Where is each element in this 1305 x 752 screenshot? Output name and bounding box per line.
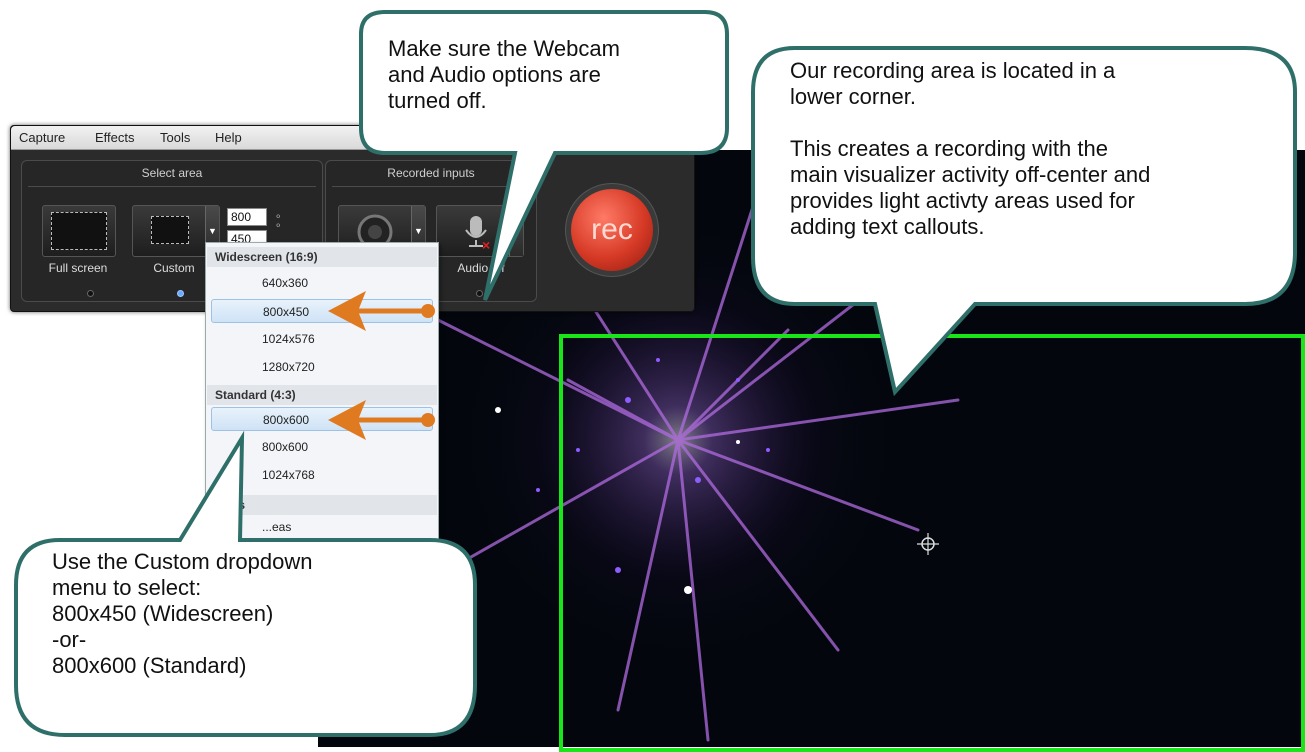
callout-top-text: Make sure the Webcam and Audio options a… [388, 36, 620, 113]
callout-right-text: Our recording area is located in a lower… [790, 58, 1151, 239]
slider-stop-active[interactable] [177, 290, 184, 297]
divider [28, 186, 316, 187]
width-input[interactable]: 800 [227, 208, 267, 226]
select-area-title: Select area [141, 166, 203, 180]
custom-label: Custom [153, 261, 195, 275]
menu-help[interactable]: Help [215, 130, 242, 145]
full-screen-button[interactable] [42, 205, 116, 257]
slider-stop[interactable] [87, 290, 94, 297]
custom-area-icon [151, 216, 189, 244]
callout-bottom-text: Use the Custom dropdown menu to select: … [52, 549, 313, 678]
full-screen-label: Full screen [48, 261, 108, 275]
lock-icon[interactable]: ⚬ ⚬ [274, 213, 282, 241]
crosshair-icon [917, 533, 939, 555]
menu-effects[interactable]: Effects [95, 130, 135, 145]
full-screen-icon [51, 212, 107, 250]
menu-capture[interactable]: Capture [19, 130, 65, 145]
option-1280x720[interactable]: 1280x720 [211, 355, 433, 379]
menu-tools[interactable]: Tools [160, 130, 190, 145]
